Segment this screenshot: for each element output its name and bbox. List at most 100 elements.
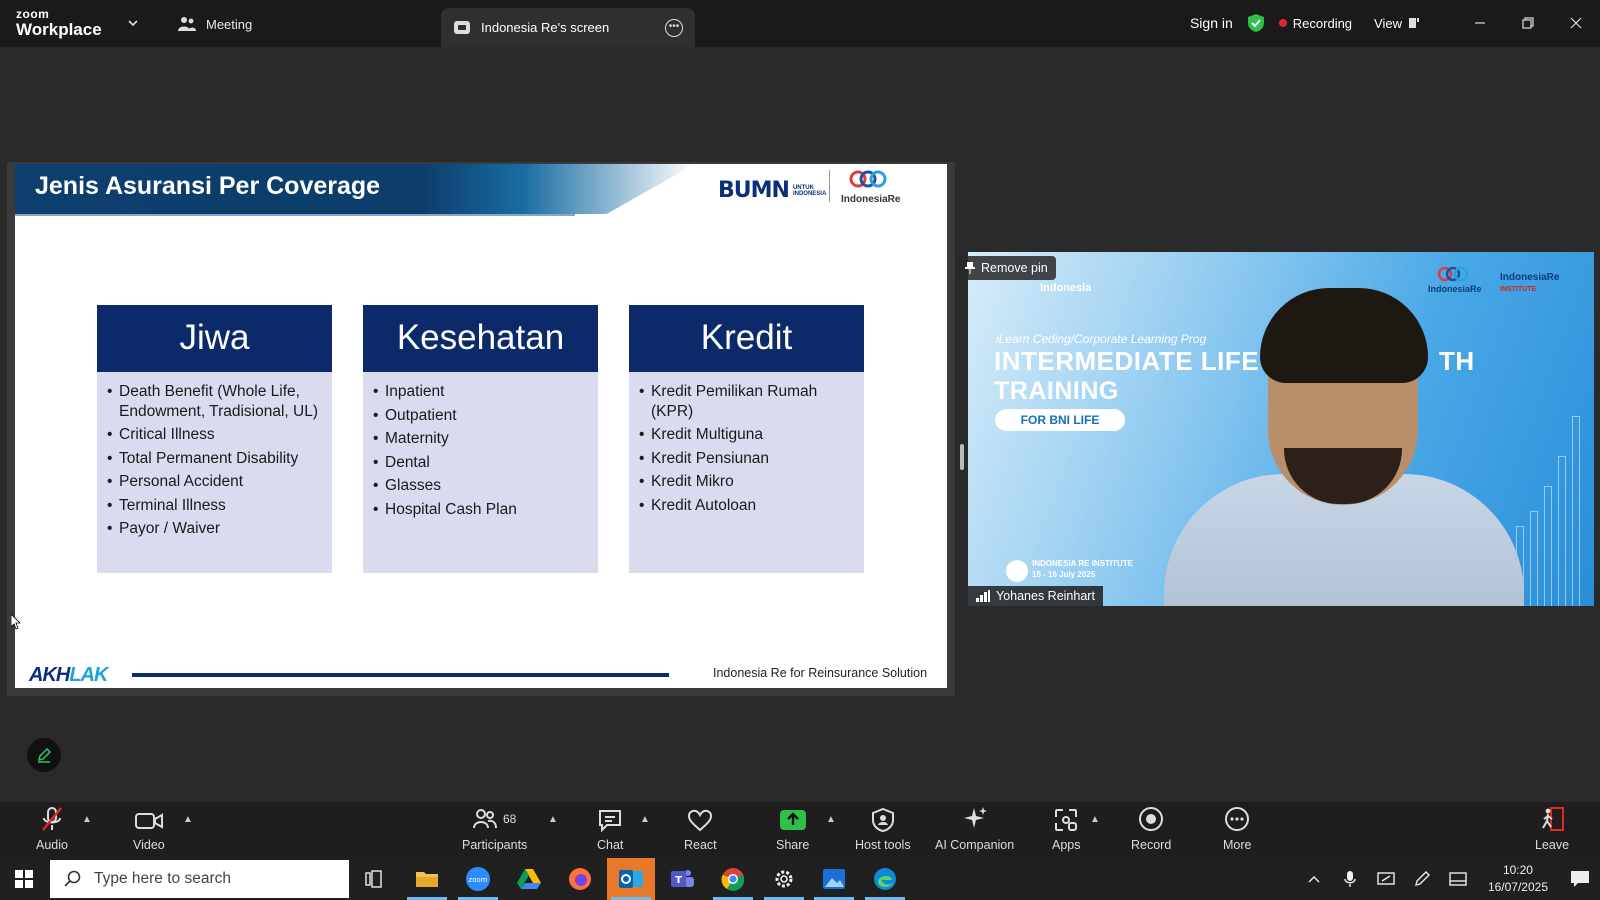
sign-in-button[interactable]: Sign in — [1190, 15, 1233, 31]
logo-divider — [829, 170, 830, 202]
recording-dot-icon — [1278, 19, 1287, 27]
leave-label: Leave — [1535, 838, 1570, 852]
taskbar-teams[interactable]: T — [658, 858, 706, 900]
tab-shared-screen[interactable]: Indonesia Re's screen ••• — [441, 8, 695, 47]
share-screen-arrow-icon — [779, 810, 806, 830]
coverage-item: Kredit Mikro — [639, 472, 854, 492]
taskbar-photos[interactable] — [810, 858, 858, 900]
video-button[interactable]: Video — [133, 806, 165, 852]
display-icon — [1377, 872, 1395, 885]
coverage-item: Terminal Illness — [107, 496, 322, 516]
clock-time: 10:20 — [1502, 863, 1533, 877]
taskbar-edge[interactable] — [861, 858, 909, 900]
react-button[interactable]: React — [684, 806, 717, 852]
coverage-item: Kredit Multiguna — [639, 425, 854, 445]
notification-center-button[interactable]: 4 — [1560, 870, 1600, 888]
minimize-button[interactable] — [1456, 0, 1504, 46]
taskbar-file-explorer[interactable] — [403, 858, 451, 900]
chat-bubble-icon — [599, 810, 622, 832]
participants-icon — [472, 809, 497, 829]
gear-icon — [775, 870, 793, 888]
shared-slide[interactable]: Jenis Asuransi Per Coverage BUMN UNTUK IN… — [15, 164, 947, 688]
panel-resize-handle[interactable] — [960, 444, 964, 470]
annotate-button[interactable] — [27, 738, 61, 772]
search-icon — [64, 870, 81, 887]
record-label: Record — [1131, 838, 1172, 852]
windows-taskbar: Type here to search zoom T 10:20 16/07/2… — [0, 858, 1600, 900]
share-options-caret-icon[interactable]: ▲ — [826, 814, 836, 825]
taskbar-firefox[interactable] — [556, 858, 604, 900]
tab-shared-screen-label: Indonesia Re's screen — [481, 20, 610, 35]
slide-title: Jenis Asuransi Per Coverage — [35, 172, 381, 200]
taskbar-search-box[interactable]: Type here to search — [50, 860, 349, 898]
more-button[interactable]: More — [1223, 806, 1251, 852]
host-tools-label: Host tools — [855, 838, 911, 852]
taskbar-google-drive[interactable] — [505, 858, 553, 900]
logo-zoom-text: zoom — [16, 7, 50, 21]
video-bg-logo-text: IndonesiaRe — [1428, 284, 1482, 294]
host-shield-icon — [871, 808, 894, 832]
pin-icon — [965, 262, 975, 274]
tray-pen[interactable] — [1404, 870, 1440, 888]
restore-icon — [1522, 17, 1534, 29]
zoom-workplace-logo[interactable]: zoom Workplace — [16, 8, 102, 38]
coverage-card-kesehatan: Kesehatan Inpatient Outpatient Maternity… — [363, 305, 598, 573]
more-options-icon[interactable]: ••• — [665, 18, 683, 37]
akhlak-logo-a: AKH — [29, 664, 70, 686]
coverage-item: Critical Illness — [107, 425, 322, 445]
svg-text:zoom: zoom — [468, 876, 487, 884]
chevron-down-icon[interactable] — [126, 16, 140, 30]
apps-button[interactable]: Apps — [1052, 806, 1081, 852]
recording-indicator[interactable]: Recording — [1278, 16, 1352, 31]
audio-button[interactable]: Audio — [36, 806, 68, 852]
tab-meeting[interactable]: Meeting — [178, 12, 252, 36]
close-icon — [1570, 17, 1582, 29]
remove-pin-button[interactable]: Remove pin — [957, 256, 1056, 280]
tray-microphone[interactable] — [1332, 870, 1368, 888]
logo-workplace-text: Workplace — [16, 20, 102, 39]
coverage-list: Death Benefit (Whole Life, Endowment, Tr… — [97, 372, 332, 539]
akhlak-logo-b: LAK — [69, 664, 108, 686]
tray-display[interactable] — [1368, 871, 1404, 887]
taskbar-chrome[interactable] — [709, 858, 757, 900]
task-view-button[interactable] — [350, 858, 398, 900]
participant-video-tile[interactable]: Indonesia IndonesiaRe IndonesiaRe INSTITU… — [968, 252, 1594, 606]
participants-options-caret-icon[interactable]: ▲ — [548, 814, 558, 825]
start-button[interactable] — [0, 858, 48, 900]
apps-options-caret-icon[interactable]: ▲ — [1090, 814, 1100, 825]
taskbar-search-placeholder: Type here to search — [94, 870, 231, 887]
taskbar-outlook[interactable] — [607, 858, 655, 900]
tray-touch-keyboard[interactable] — [1440, 872, 1476, 886]
participants-button[interactable]: 68 Participants — [462, 806, 527, 852]
chat-options-caret-icon[interactable]: ▲ — [640, 814, 650, 825]
edge-icon — [874, 868, 896, 890]
security-shield-icon[interactable] — [1247, 13, 1265, 33]
coverage-card-heading: Kredit — [629, 305, 864, 372]
more-label: More — [1223, 838, 1252, 852]
close-button[interactable] — [1552, 0, 1600, 46]
participant-name: Yohanes Reinhart — [996, 589, 1095, 603]
participants-count: 68 — [502, 812, 517, 826]
view-button[interactable]: View — [1374, 16, 1420, 31]
coverage-item: Total Permanent Disability — [107, 449, 322, 469]
share-button[interactable]: Share — [776, 806, 809, 852]
tray-overflow-button[interactable] — [1296, 875, 1332, 883]
video-bg-logo: IndonesiaRe — [1428, 266, 1482, 294]
svg-text:T: T — [675, 875, 682, 886]
host-tools-button[interactable]: Host tools — [855, 806, 911, 852]
ai-companion-button[interactable]: AI Companion — [935, 806, 1014, 852]
chrome-icon — [721, 868, 745, 891]
bumn-tag-line2: INDONESIA — [792, 190, 827, 197]
leave-button[interactable]: Leave — [1535, 806, 1569, 852]
restore-button[interactable] — [1504, 0, 1552, 46]
chat-button[interactable]: Chat — [597, 806, 623, 852]
taskbar-settings[interactable] — [760, 858, 808, 900]
audio-options-caret-icon[interactable]: ▲ — [82, 814, 92, 825]
coverage-item: Glasses — [373, 476, 588, 496]
record-button[interactable]: Record — [1131, 806, 1171, 852]
taskbar-zoom[interactable]: zoom — [454, 858, 502, 900]
slide-footer-line — [132, 673, 669, 677]
coverage-item: Kredit Pensiunan — [639, 449, 854, 469]
taskbar-clock[interactable]: 10:20 16/07/2025 — [1488, 862, 1548, 896]
video-options-caret-icon[interactable]: ▲ — [183, 814, 193, 825]
